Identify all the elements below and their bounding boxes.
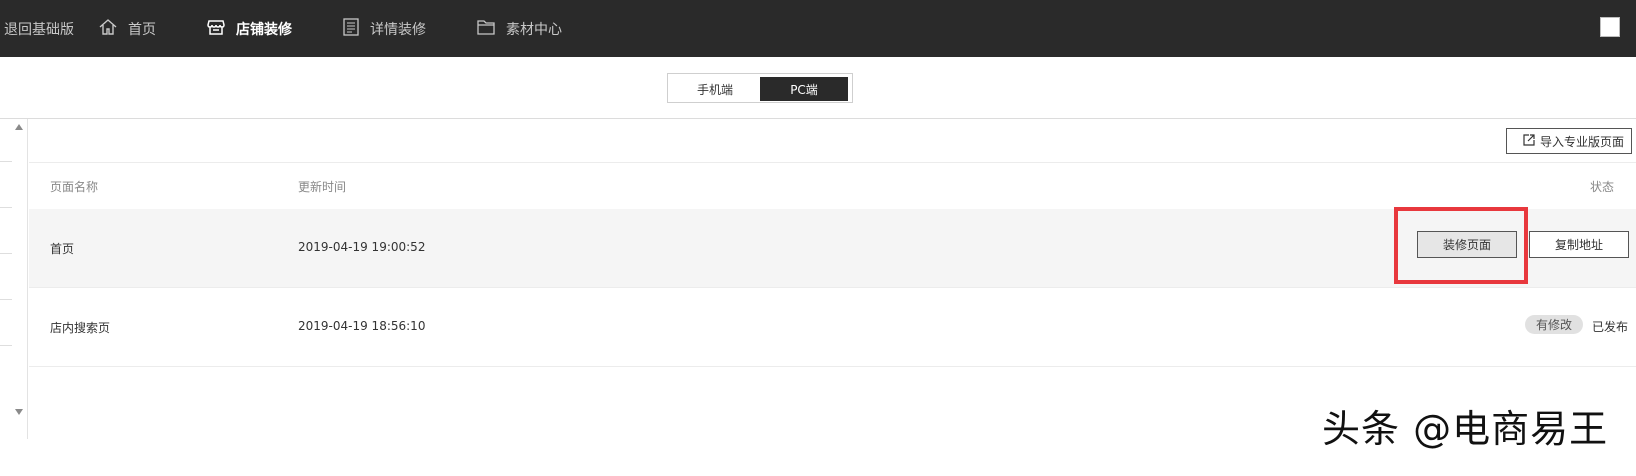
scroll-up-icon[interactable] bbox=[15, 124, 23, 130]
highlight-box bbox=[1394, 207, 1528, 284]
back-to-basic-link[interactable]: 退回基础版 bbox=[4, 0, 74, 57]
nav-item-detail-decoration[interactable]: 详情装修 bbox=[342, 0, 426, 57]
copy-address-button[interactable]: 复制地址 bbox=[1529, 231, 1629, 258]
column-header-name: 页面名称 bbox=[50, 180, 99, 194]
left-divider bbox=[0, 207, 12, 208]
nav-item-home[interactable]: 首页 bbox=[98, 0, 156, 57]
store-icon bbox=[206, 17, 226, 41]
left-divider bbox=[0, 345, 12, 346]
row-page-name: 店内搜索页 bbox=[50, 321, 111, 335]
nav-item-material-center-label: 素材中心 bbox=[506, 21, 562, 38]
nav-item-store-decoration-label: 店铺装修 bbox=[236, 21, 292, 38]
modified-badge: 有修改 bbox=[1525, 315, 1583, 334]
mobile-tab[interactable]: 手机端 bbox=[671, 77, 759, 101]
scroll-down-icon[interactable] bbox=[15, 409, 23, 415]
scrollbar[interactable] bbox=[12, 119, 28, 439]
document-icon bbox=[342, 17, 360, 41]
row-update-time: 2019-04-19 19:00:52 bbox=[298, 240, 426, 254]
avatar[interactable] bbox=[1600, 17, 1620, 37]
row-divider bbox=[29, 366, 1636, 367]
back-to-basic-label: 退回基础版 bbox=[4, 21, 74, 38]
row-update-time: 2019-04-19 18:56:10 bbox=[298, 319, 426, 333]
pc-tab[interactable]: PC端 bbox=[760, 77, 848, 101]
import-pro-page-label: 导入专业版页面 bbox=[1540, 134, 1625, 149]
row-page-name: 首页 bbox=[50, 242, 75, 256]
nav-item-material-center[interactable]: 素材中心 bbox=[476, 0, 562, 57]
column-header-status: 状态 bbox=[1590, 180, 1615, 194]
nav-item-detail-decoration-label: 详情装修 bbox=[370, 21, 426, 38]
left-divider bbox=[0, 161, 12, 162]
status-text: 已发布 bbox=[1592, 320, 1629, 334]
left-divider bbox=[0, 253, 12, 254]
column-header-time: 更新时间 bbox=[298, 180, 347, 194]
home-icon bbox=[98, 17, 118, 41]
device-toggle: 手机端 PC端 bbox=[667, 73, 853, 103]
table-top-line bbox=[29, 162, 1636, 163]
import-pro-page-button[interactable]: 导入专业版页面 bbox=[1506, 128, 1632, 154]
section-divider bbox=[0, 118, 1636, 119]
nav-item-home-label: 首页 bbox=[128, 21, 156, 38]
nav-item-store-decoration[interactable]: 店铺装修 bbox=[206, 0, 292, 57]
folder-icon bbox=[476, 17, 496, 41]
export-icon bbox=[1523, 133, 1535, 149]
top-nav-bar: 退回基础版 首页 店铺装修 详情装修 素材中心 bbox=[0, 0, 1636, 57]
left-divider bbox=[0, 299, 12, 300]
watermark: 头条 @电商易王 bbox=[1322, 407, 1609, 451]
row-divider bbox=[29, 287, 1636, 288]
